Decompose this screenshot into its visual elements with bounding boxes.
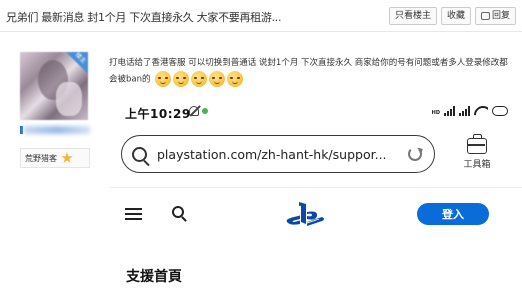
angry-face-icon xyxy=(191,71,208,87)
favorite-button[interactable]: 收藏 xyxy=(440,7,471,25)
angry-face-icon xyxy=(173,71,190,87)
thread-title: 兄弟们 最新消息 封1个月 下次直接永久 大家不要再租游... xyxy=(6,11,282,24)
status-bar-left-icons xyxy=(189,106,208,116)
thread-actions: 只看楼主 收藏 回复 xyxy=(388,7,516,25)
post-body: 打电话给了香港客服 可以切换到普通话 说封1个月 下次直接永久 商家给你的号有问… xyxy=(109,55,509,88)
reply-icon xyxy=(480,12,490,20)
url-bar[interactable]: playstation.com/zh-hant-hk/suppor... xyxy=(121,135,435,173)
shocked-face-icon xyxy=(227,71,244,87)
page-divider xyxy=(109,187,522,188)
toolbox-label: 工具箱 xyxy=(463,160,491,170)
mute-icon xyxy=(189,106,199,116)
signal-icon xyxy=(459,106,470,116)
avatar[interactable]: 楼主 xyxy=(20,52,88,120)
playstation-logo-icon[interactable] xyxy=(284,200,326,230)
toolbox-button[interactable]: 工具箱 xyxy=(457,134,497,170)
signal-icon xyxy=(444,106,455,116)
login-button[interactable]: 登入 xyxy=(417,203,489,225)
toolbox-icon xyxy=(467,134,487,154)
reload-icon[interactable] xyxy=(408,147,422,161)
reply-label: 回复 xyxy=(491,11,510,21)
angry-face-icon xyxy=(155,71,172,87)
user-level-badge: 荒野猎客 xyxy=(20,148,90,168)
search-icon[interactable] xyxy=(172,206,184,218)
username-marker xyxy=(20,126,23,134)
search-icon xyxy=(132,146,147,162)
wifi-icon xyxy=(474,106,488,116)
page-heading: 支援首頁 xyxy=(126,269,182,285)
embedded-phone-screenshot: 上午10:29 HD playstation.com/zh-hant-hk/su… xyxy=(109,98,522,296)
reply-button[interactable]: 回复 xyxy=(474,7,516,25)
username[interactable] xyxy=(24,126,90,134)
status-bar-time: 上午10:29 xyxy=(125,107,191,121)
hd-icon: HD xyxy=(431,110,440,116)
star-icon xyxy=(61,152,73,163)
angry-face-icon xyxy=(209,71,226,87)
status-dot-icon xyxy=(202,108,208,114)
only-author-button[interactable]: 只看楼主 xyxy=(388,7,437,25)
header-divider xyxy=(0,31,522,32)
user-level-label: 荒野猎客 xyxy=(25,153,57,163)
menu-icon[interactable] xyxy=(125,208,142,220)
emoji-row xyxy=(155,71,244,87)
url-text: playstation.com/zh-hant-hk/suppor... xyxy=(157,146,387,162)
status-bar-right-icons: HD xyxy=(432,106,508,116)
battery-icon xyxy=(492,106,508,116)
